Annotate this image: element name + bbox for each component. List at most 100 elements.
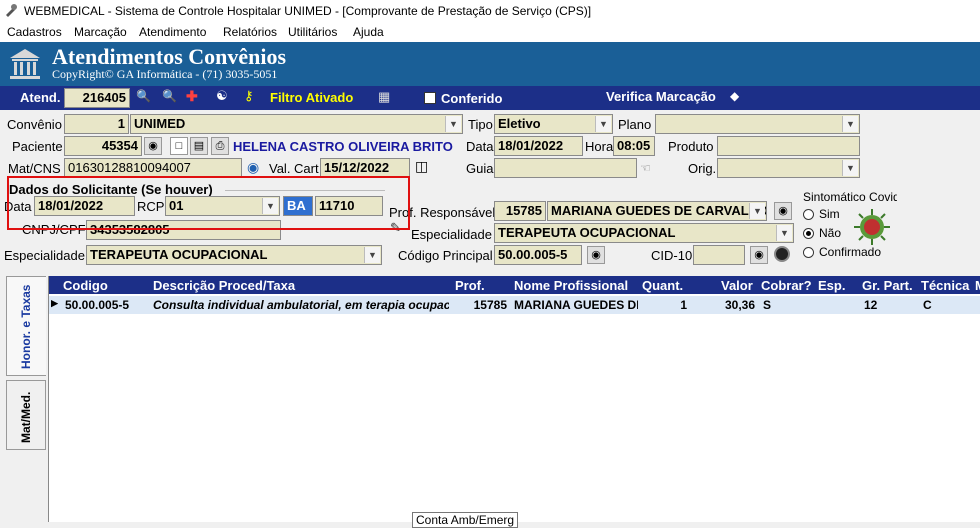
key-icon[interactable]: ⚷ — [244, 88, 254, 104]
tipo-select[interactable]: Eletivo ▼ — [494, 114, 613, 134]
chevron-down-icon[interactable]: ▼ — [776, 225, 792, 241]
cell-quant[interactable]: 1 — [643, 298, 687, 312]
chevron-down-icon[interactable]: ▼ — [749, 203, 765, 219]
diamond-icon[interactable]: ◆ — [730, 89, 739, 103]
col-codigo[interactable]: Codigo — [63, 278, 108, 293]
cell-prof[interactable]: 15785 — [453, 298, 507, 312]
binoculars-icon[interactable]: ◉ — [144, 137, 162, 155]
card-icon[interactable]: ▤ — [190, 137, 208, 155]
cid-field[interactable] — [693, 245, 745, 265]
globe-icon[interactable]: ◉ — [247, 159, 259, 176]
convenio-code-field[interactable]: 1 — [64, 114, 129, 134]
menu-cadastros[interactable]: Cadastros — [7, 25, 62, 39]
paciente-name: HELENA CASTRO OLIVEIRA BRITO — [233, 139, 453, 154]
especialidade-select[interactable]: TERAPEUTA OCUPACIONAL ▼ — [494, 223, 794, 243]
col-esp[interactable]: Esp. — [818, 278, 845, 293]
col-descricao[interactable]: Descrição Proced/Taxa — [153, 278, 295, 293]
col-gr-part[interactable]: Gr. Part. — [862, 278, 913, 293]
chevron-down-icon[interactable]: ▼ — [445, 116, 461, 132]
sintomatico-title: Sintomático Covid — [803, 190, 897, 204]
plano-label: Plano — [618, 117, 652, 132]
data-field[interactable]: 18/01/2022 — [494, 136, 583, 156]
paciente-code-field[interactable]: 45354 — [64, 136, 142, 156]
codigo-principal-field[interactable]: 50.00.005-5 — [494, 245, 582, 265]
menu-atendimento[interactable]: Atendimento — [139, 25, 206, 39]
plano-select[interactable]: ▼ — [655, 114, 860, 134]
valcart-field[interactable]: 15/12/2022 — [320, 158, 410, 178]
prof-select[interactable]: MARIANA GUEDES DE CARVALHO ▼ — [547, 201, 767, 221]
binoculars-icon[interactable]: ◉ — [750, 246, 768, 264]
menu-utilitarios[interactable]: Utilitários — [288, 25, 337, 39]
document-icon[interactable]: □ — [170, 137, 188, 155]
vertical-tabs: Honor. e Taxas Mat/Med. — [6, 276, 48, 522]
verifica-marcacao-label[interactable]: Verifica Marcação — [606, 89, 716, 104]
col-nome[interactable]: Nome Profissional — [514, 278, 628, 293]
cell-cobrar[interactable]: S — [763, 298, 813, 312]
atend-field[interactable]: 216405 — [64, 88, 130, 108]
hora-label: Hora — [585, 139, 614, 154]
prof-code-field[interactable]: 15785 — [494, 201, 546, 221]
hora-field[interactable]: 08:05 — [613, 136, 655, 156]
binoculars-icon[interactable]: ◉ — [774, 202, 792, 220]
chevron-down-icon[interactable]: ▼ — [364, 247, 380, 263]
table-row[interactable]: ▶ 50.00.005-5 Consulta individual ambula… — [49, 296, 980, 314]
produto-field[interactable] — [717, 136, 860, 156]
col-m[interactable]: M — [975, 278, 980, 293]
data-label: Data — [466, 139, 494, 154]
menu-marcacao[interactable]: Marcação — [74, 25, 127, 39]
users-icon[interactable]: ☯ — [216, 88, 228, 104]
record-icon[interactable] — [774, 246, 790, 262]
radio-nao[interactable] — [803, 228, 814, 239]
col-cobrar[interactable]: Cobrar? — [761, 278, 812, 293]
cell-codigo[interactable]: 50.00.005-5 — [65, 298, 149, 312]
col-prof[interactable]: Prof. — [455, 278, 485, 293]
radio-confirmado[interactable] — [803, 247, 814, 258]
binoculars-icon[interactable]: 🔍 — [162, 89, 178, 105]
sim-label: Sim — [819, 207, 840, 221]
menu-relatorios[interactable]: Relatórios — [223, 25, 277, 39]
binoculars-icon[interactable]: 🔍 — [136, 89, 152, 105]
virus-icon — [854, 209, 890, 245]
col-quant[interactable]: Quant. — [642, 278, 683, 293]
chevron-down-icon[interactable]: ▼ — [595, 116, 611, 132]
convenio-select[interactable]: UNIMED ▼ — [130, 114, 463, 134]
radio-sim[interactable] — [803, 209, 814, 220]
convenio-select-value: UNIMED — [134, 116, 186, 131]
title-bar: WEBMEDICAL - Sistema de Controle Hospita… — [0, 0, 980, 22]
orig-select[interactable]: ▼ — [717, 158, 860, 178]
tab-mat-med[interactable]: Mat/Med. — [6, 380, 46, 450]
filtro-ativado-label[interactable]: Filtro Ativado — [270, 90, 353, 105]
col-tecnica[interactable]: Técnica — [921, 278, 969, 293]
printer-icon[interactable]: ⎙ — [211, 137, 229, 155]
cell-nome[interactable]: MARIANA GUEDES DE CARVALHO — [514, 298, 638, 312]
cell-valor[interactable]: 30,36 — [693, 298, 755, 312]
produto-label: Produto — [668, 139, 714, 154]
cell-gr-part[interactable]: 12 — [864, 298, 916, 312]
cid-label: CID-10 — [651, 248, 693, 263]
add-icon[interactable]: ✚ — [186, 88, 198, 105]
chevron-down-icon[interactable]: ▼ — [842, 160, 858, 176]
toolbar: Atend. 216405 🔍 🔍 ✚ ☯ ⚷ Filtro Ativado ▦… — [0, 86, 980, 110]
convenio-label: Convênio — [7, 117, 62, 132]
procedures-grid: Codigo Descrição Proced/Taxa Prof. Nome … — [48, 276, 980, 522]
calculator-icon[interactable]: ▦ — [378, 89, 390, 105]
matcns-field[interactable]: 01630128810094007 — [64, 158, 242, 178]
binoculars-icon[interactable]: ◉ — [587, 246, 605, 264]
tab-mat-med-label: Mat/Med. — [19, 391, 33, 443]
col-valor[interactable]: Valor — [721, 278, 753, 293]
guia-label: Guia — [466, 161, 494, 176]
cell-tecnica[interactable]: C — [923, 298, 971, 312]
nao-label: Não — [819, 226, 842, 240]
cell-descricao[interactable]: Consulta individual ambulatorial, em ter… — [153, 298, 449, 312]
tab-honor-taxas[interactable]: Honor. e Taxas — [6, 276, 46, 376]
grid-header: Codigo Descrição Proced/Taxa Prof. Nome … — [49, 276, 980, 294]
menu-ajuda[interactable]: Ajuda — [353, 25, 384, 39]
chevron-down-icon[interactable]: ▼ — [842, 116, 858, 132]
codigo-principal-label: Código Principal — [398, 248, 493, 263]
pointer-icon[interactable]: ☜ — [640, 161, 651, 175]
trash-icon[interactable]: ◫ — [415, 158, 428, 175]
conferido-checkbox[interactable] — [424, 92, 436, 104]
especialidade2-select[interactable]: TERAPEUTA OCUPACIONAL ▼ — [86, 245, 382, 265]
valcart-label: Val. Cart — [269, 161, 319, 176]
guia-field[interactable] — [494, 158, 637, 178]
